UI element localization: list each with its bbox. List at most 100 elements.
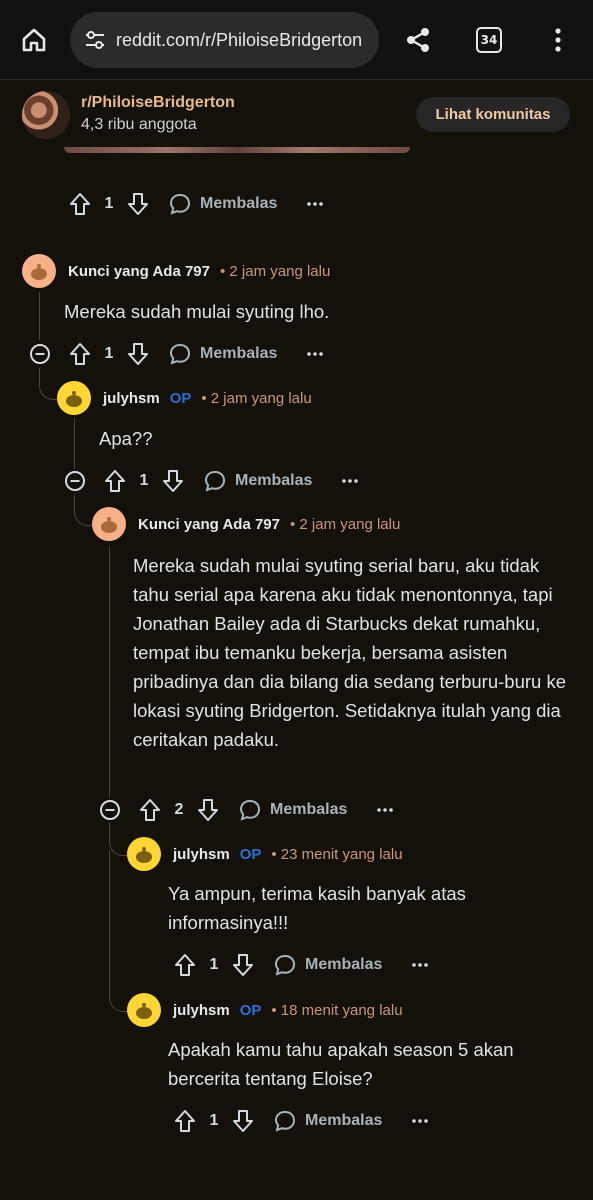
user-avatar[interactable]: [92, 507, 126, 541]
comment-action-bar: 1 Membalas: [171, 1103, 434, 1139]
user-avatar[interactable]: [22, 254, 56, 288]
comment-timestamp: • 23 menit yang lalu: [271, 845, 403, 863]
comment-timestamp: • 2 jam yang lalu: [220, 262, 331, 280]
post-action-bar: 1 Membalas: [66, 186, 329, 222]
user-avatar[interactable]: [57, 381, 91, 415]
comment-author[interactable]: Kunci yang Ada 797: [138, 516, 280, 533]
reply-label: Membalas: [200, 195, 278, 212]
more-options-icon[interactable]: [336, 467, 364, 495]
user-avatar[interactable]: [127, 993, 161, 1027]
downvote-icon[interactable]: [194, 796, 222, 824]
community-member-count: 4,3 ribu anggota: [81, 116, 197, 133]
vote-score: 1: [104, 195, 114, 212]
comment-author[interactable]: julyhsm: [103, 390, 160, 407]
comment-action-bar: 2 Membalas: [136, 792, 399, 828]
vote-score: 1: [209, 956, 219, 973]
thread-line: [109, 546, 110, 798]
comment-header: julyhsm OP • 23 menit yang lalu: [127, 836, 403, 872]
more-options-icon[interactable]: [301, 190, 329, 218]
comment-text: Mereka sudah mulai syuting serial baru, …: [133, 555, 566, 750]
comment-timestamp: • 18 menit yang lalu: [271, 1001, 403, 1019]
reply-label: Membalas: [270, 801, 348, 818]
browser-toolbar: reddit.com/r/PhiloiseBridgerton 34: [0, 0, 593, 80]
comment-bubble-icon: [201, 467, 229, 495]
community-avatar[interactable]: [22, 91, 70, 139]
thread-line: [109, 850, 110, 990]
more-options-icon[interactable]: [371, 796, 399, 824]
downvote-icon[interactable]: [229, 1107, 257, 1135]
thread-line: [39, 368, 57, 400]
comment-timestamp: • 2 jam yang lalu: [201, 389, 312, 407]
comment-author[interactable]: julyhsm: [173, 1002, 230, 1019]
downvote-icon[interactable]: [229, 951, 257, 979]
upvote-icon[interactable]: [101, 467, 129, 495]
url-text: reddit.com/r/PhiloiseBridgerton: [116, 29, 363, 50]
vote-score: 1: [139, 472, 149, 489]
more-options-icon[interactable]: [406, 1107, 434, 1135]
home-icon[interactable]: [12, 14, 56, 66]
more-options-icon[interactable]: [301, 340, 329, 368]
thread-line: [74, 494, 92, 526]
reply-label: Membalas: [305, 956, 383, 973]
reply-button[interactable]: Membalas: [271, 1107, 382, 1135]
thread-line: [109, 822, 127, 856]
tab-switcher-button[interactable]: 34: [467, 14, 511, 66]
upvote-icon[interactable]: [171, 1107, 199, 1135]
comment-author[interactable]: julyhsm: [173, 846, 230, 863]
vote-score: 1: [209, 1112, 219, 1129]
comment-action-bar: 1 Membalas: [101, 463, 364, 499]
comment-header: julyhsm OP • 18 menit yang lalu: [127, 992, 403, 1028]
reply-label: Membalas: [200, 345, 278, 362]
comment-text: Ya ampun, terima kasih banyak atas infor…: [168, 883, 466, 933]
upvote-icon[interactable]: [136, 796, 164, 824]
comment-text: Apa??: [99, 428, 153, 449]
collapse-thread-icon[interactable]: [63, 469, 87, 493]
comment-author[interactable]: Kunci yang Ada 797: [68, 263, 210, 280]
user-avatar[interactable]: [127, 837, 161, 871]
thread-line: [109, 978, 127, 1012]
comment-header: julyhsm OP • 2 jam yang lalu: [57, 380, 312, 416]
reply-button[interactable]: Membalas: [166, 340, 277, 368]
comment-action-bar: 1 Membalas: [66, 336, 329, 372]
reply-button[interactable]: Membalas: [271, 951, 382, 979]
op-badge: OP: [239, 1001, 262, 1019]
vote-score: 2: [174, 801, 184, 818]
op-badge: OP: [239, 845, 262, 863]
upvote-icon[interactable]: [66, 340, 94, 368]
comment-bubble-icon: [236, 796, 264, 824]
comment-text: Apakah kamu tahu apakah season 5 akan be…: [168, 1039, 514, 1089]
comment-bubble-icon: [166, 340, 194, 368]
community-name[interactable]: r/PhiloiseBridgerton: [81, 94, 235, 112]
vote-score: 1: [104, 345, 114, 362]
tab-count: 34: [476, 27, 502, 53]
comment-action-bar: 1 Membalas: [171, 947, 434, 983]
thread-line: [39, 292, 40, 340]
downvote-icon[interactable]: [124, 190, 152, 218]
reply-label: Membalas: [235, 472, 313, 489]
downvote-icon[interactable]: [124, 340, 152, 368]
site-settings-icon[interactable]: [80, 25, 110, 55]
overflow-menu-icon[interactable]: [536, 14, 580, 66]
reply-button[interactable]: Membalas: [201, 467, 312, 495]
comment-bubble-icon: [271, 951, 299, 979]
thread-line: [74, 418, 75, 470]
more-options-icon[interactable]: [406, 951, 434, 979]
comment-text: Mereka sudah mulai syuting lho.: [64, 301, 330, 322]
upvote-icon[interactable]: [171, 951, 199, 979]
collapse-thread-icon[interactable]: [28, 342, 52, 366]
comment-header: Kunci yang Ada 797 • 2 jam yang lalu: [22, 253, 330, 289]
share-icon[interactable]: [396, 14, 440, 66]
downvote-icon[interactable]: [159, 467, 187, 495]
view-community-button[interactable]: Lihat komunitas: [416, 97, 570, 132]
reply-button[interactable]: Membalas: [236, 796, 347, 824]
comment-bubble-icon: [271, 1107, 299, 1135]
collapse-thread-icon[interactable]: [98, 798, 122, 822]
post-image[interactable]: [64, 147, 410, 153]
comment-timestamp: • 2 jam yang lalu: [290, 515, 401, 533]
upvote-icon[interactable]: [66, 190, 94, 218]
reply-label: Membalas: [305, 1112, 383, 1129]
address-bar[interactable]: reddit.com/r/PhiloiseBridgerton: [70, 12, 379, 68]
reply-button[interactable]: Membalas: [166, 190, 277, 218]
community-header: r/PhiloiseBridgerton 4,3 ribu anggota Li…: [0, 81, 593, 147]
comment-header: Kunci yang Ada 797 • 2 jam yang lalu: [92, 506, 400, 542]
